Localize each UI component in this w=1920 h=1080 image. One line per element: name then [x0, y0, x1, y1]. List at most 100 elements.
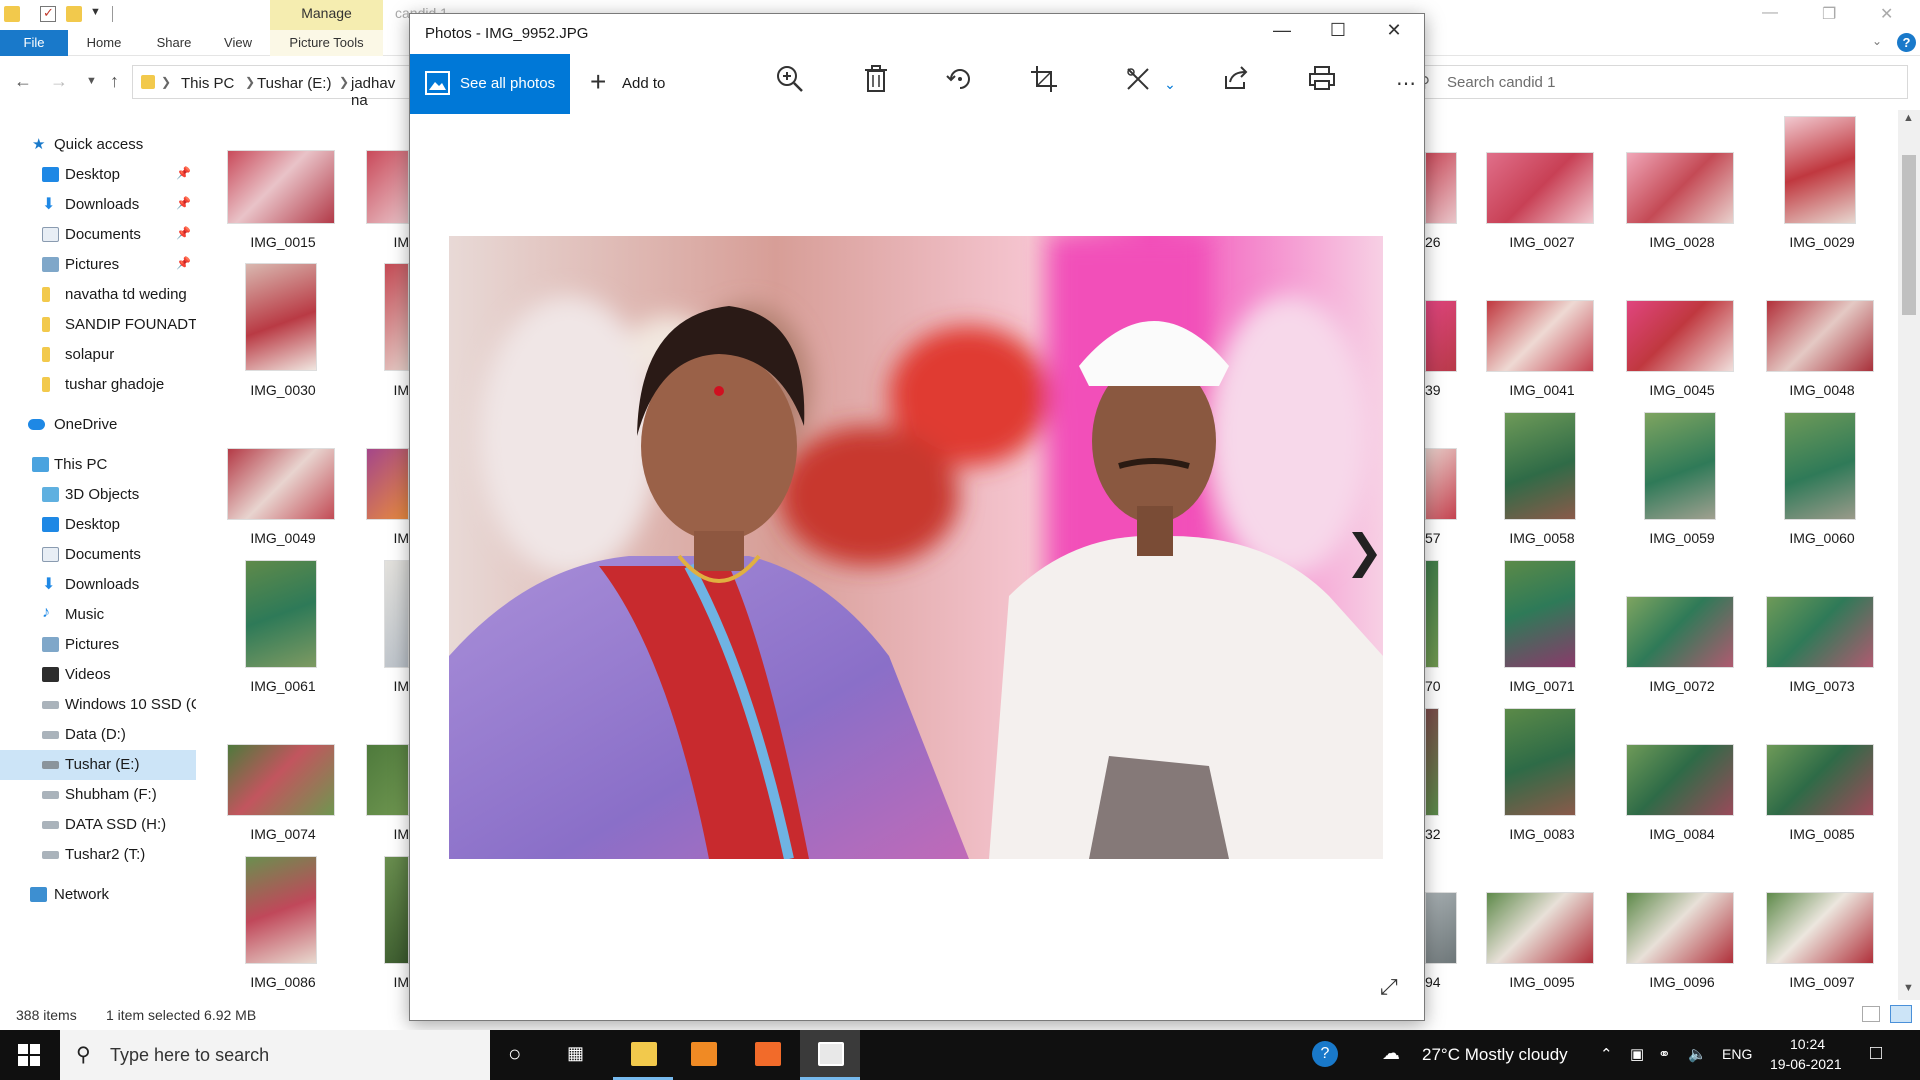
file-thumbnail[interactable] [1425, 892, 1457, 964]
file-name-partial[interactable]: 32 [1425, 826, 1455, 842]
file-thumbnail[interactable] [384, 560, 409, 668]
file-name[interactable]: IMG_0086 [213, 974, 353, 990]
file-thumbnail[interactable] [366, 448, 409, 520]
file-name[interactable]: IMG_0058 [1472, 530, 1612, 546]
file-name[interactable]: IMG_0084 [1612, 826, 1752, 842]
details-view-icon[interactable] [1862, 1006, 1880, 1022]
new-folder-icon[interactable] [66, 6, 82, 22]
chevron-right-icon[interactable]: ❯ [339, 75, 349, 89]
file-thumbnail[interactable] [1425, 300, 1457, 372]
nav-desktop[interactable]: Desktop [0, 510, 196, 540]
scroll-up-icon[interactable]: ▲ [1903, 112, 1914, 124]
help-icon[interactable]: ? [1312, 1041, 1338, 1067]
vertical-scrollbar[interactable]: ▲ ▼ [1898, 110, 1920, 1000]
nav-desktop-pinned[interactable]: Desktop 📌 [0, 160, 196, 190]
file-name[interactable]: IMG_0085 [1752, 826, 1892, 842]
file-name[interactable]: IMG_0015 [213, 234, 353, 250]
notification-icon[interactable]: □ [1870, 1042, 1882, 1065]
nav-folder[interactable]: navatha td weding [0, 280, 196, 310]
file-thumbnail[interactable] [1425, 708, 1439, 816]
weather-icon[interactable]: ☁ [1382, 1043, 1400, 1064]
file-thumbnail[interactable] [1766, 300, 1874, 372]
file-name[interactable]: IMG_0097 [1752, 974, 1892, 990]
file-thumbnail[interactable] [384, 263, 409, 371]
pin-icon[interactable]: 📌 [176, 166, 191, 180]
breadcrumb-this-pc[interactable]: This PC [181, 75, 234, 92]
file-thumbnail[interactable] [245, 263, 317, 371]
task-view-icon[interactable]: ▦ [567, 1043, 584, 1064]
file-name[interactable]: IMG_0049 [213, 530, 353, 546]
nav-drive-c[interactable]: Windows 10 SSD (C [0, 690, 196, 720]
xampp-taskbar-button[interactable] [737, 1030, 797, 1080]
file-thumbnail[interactable] [1425, 448, 1457, 520]
file-name[interactable]: IMG_0095 [1472, 974, 1612, 990]
file-thumbnail[interactable] [1626, 152, 1734, 224]
file-name[interactable]: IMG_0072 [1612, 678, 1752, 694]
cortana-icon[interactable]: ○ [508, 1041, 521, 1067]
back-icon[interactable]: ← [14, 71, 32, 92]
nav-downloads[interactable]: ⬇ Downloads [0, 570, 196, 600]
file-name[interactable]: IMG_0060 [1752, 530, 1892, 546]
breadcrumb-drive[interactable]: Tushar (E:) [257, 75, 331, 92]
file-thumbnail[interactable] [1626, 744, 1734, 816]
nav-3d-objects[interactable]: 3D Objects [0, 480, 196, 510]
file-thumbnail[interactable] [366, 744, 409, 816]
sublime-text-taskbar-button[interactable] [673, 1030, 733, 1080]
add-to-button[interactable]: + Add to [582, 54, 682, 114]
chevron-right-icon[interactable]: ❯ [161, 75, 171, 89]
file-thumbnail[interactable] [1626, 300, 1734, 372]
taskbar-search-box[interactable]: ⚲ Type here to search [60, 1030, 490, 1080]
nav-onedrive[interactable]: OneDrive [0, 410, 196, 440]
scroll-down-icon[interactable]: ▼ [1903, 982, 1914, 994]
nav-folder[interactable]: SANDIP FOUNADTI [0, 310, 196, 340]
file-name[interactable]: IMG_0045 [1612, 382, 1752, 398]
file-thumbnail[interactable] [1504, 560, 1576, 668]
file-thumbnail[interactable] [1486, 152, 1594, 224]
file-name-partial[interactable]: 70 [1425, 678, 1455, 694]
file-name-partial[interactable]: 57 [1425, 530, 1455, 546]
chevron-right-icon[interactable]: ❯ [245, 75, 255, 89]
file-thumbnail[interactable] [227, 150, 335, 224]
file-name-partial[interactable]: 26 [1425, 234, 1455, 250]
file-thumbnail[interactable] [1766, 596, 1874, 668]
file-name[interactable]: IMG_0071 [1472, 678, 1612, 694]
chevron-down-icon[interactable]: ⌄ [1150, 64, 1190, 104]
file-thumbnail[interactable] [1504, 412, 1576, 520]
language-indicator[interactable]: ENG [1722, 1046, 1752, 1062]
scrollbar-thumb[interactable] [1902, 155, 1916, 315]
file-name[interactable]: IMG_0083 [1472, 826, 1612, 842]
share-icon[interactable] [1216, 64, 1256, 104]
file-name[interactable]: IMG_0028 [1612, 234, 1752, 250]
file-thumbnail[interactable] [1504, 708, 1576, 816]
more-options-icon[interactable]: ⋯ [1386, 64, 1426, 104]
file-thumbnail[interactable] [366, 150, 409, 224]
file-thumbnail[interactable] [1766, 892, 1874, 964]
file-thumbnail[interactable] [1425, 152, 1457, 224]
weather-text[interactable]: 27°C Mostly cloudy [1422, 1045, 1568, 1065]
file-thumbnail[interactable] [1486, 300, 1594, 372]
file-thumbnail[interactable] [1784, 116, 1856, 224]
nav-pictures[interactable]: Pictures [0, 630, 196, 660]
windows-start-icon[interactable] [18, 1044, 40, 1066]
close-icon[interactable]: ✕ [1880, 4, 1893, 24]
file-thumbnail[interactable] [245, 560, 317, 668]
file-thumbnail[interactable] [1644, 412, 1716, 520]
file-thumbnail[interactable] [1486, 892, 1594, 964]
file-thumbnail[interactable] [1626, 892, 1734, 964]
forward-icon[interactable]: → [50, 71, 68, 92]
nav-videos[interactable]: Videos [0, 660, 196, 690]
zoom-icon[interactable] [770, 64, 810, 104]
nav-quick-access[interactable]: ★ Quick access [0, 130, 196, 160]
file-name[interactable]: IMG_0061 [213, 678, 353, 694]
clock-time[interactable]: 10:24 [1790, 1036, 1825, 1052]
search-input[interactable]: ⚲ Search candid 1 [1410, 65, 1908, 99]
file-thumbnail[interactable] [1425, 560, 1439, 668]
nav-drive-f[interactable]: Shubham (F:) [0, 780, 196, 810]
clock-date[interactable]: 19-06-2021 [1770, 1056, 1842, 1072]
expand-icon[interactable]: ⤢ [1380, 974, 1398, 1000]
tab-share[interactable]: Share [140, 30, 208, 56]
photos-taskbar-button[interactable] [800, 1030, 860, 1080]
file-name-partial[interactable]: 94 [1425, 974, 1455, 990]
file-thumbnail[interactable] [245, 856, 317, 964]
file-name-partial[interactable]: 39 [1425, 382, 1455, 398]
